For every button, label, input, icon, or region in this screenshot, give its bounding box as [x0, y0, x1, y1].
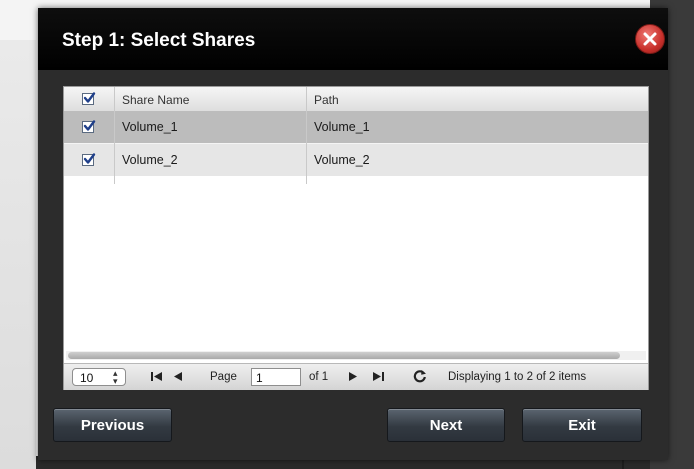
checkmark-icon: [83, 153, 96, 164]
next-button[interactable]: Next: [387, 408, 505, 442]
row-checkbox[interactable]: [82, 153, 96, 166]
background-sidebar: [0, 40, 36, 469]
checkmark-icon: [83, 92, 96, 103]
next-page-icon[interactable]: [348, 371, 359, 382]
row-checkbox[interactable]: [82, 120, 96, 133]
grid-header: Share Name Path: [64, 87, 648, 112]
last-page-icon[interactable]: [371, 371, 385, 382]
column-divider: [306, 87, 307, 184]
first-page-icon[interactable]: [150, 371, 164, 382]
page-label: Page: [210, 371, 237, 383]
table-row[interactable]: Volume_2 Volume_2: [64, 143, 648, 176]
close-icon: [643, 32, 657, 46]
exit-button[interactable]: Exit: [522, 408, 642, 442]
scrollbar-thumb[interactable]: [68, 352, 620, 359]
share-name-cell: Volume_2: [122, 153, 178, 167]
dialog-title-bar: Step 1: Select Shares: [38, 8, 668, 70]
close-button[interactable]: [635, 24, 665, 54]
select-arrows-icon: ▴ ▾: [113, 368, 118, 386]
column-header-share-name[interactable]: Share Name: [122, 93, 189, 107]
select-all-checkbox[interactable]: [82, 92, 96, 105]
select-shares-dialog: Step 1: Select Shares Share Name Path Vo: [38, 8, 668, 460]
page-count-label: of 1: [309, 371, 329, 383]
previous-button[interactable]: Previous: [53, 408, 172, 442]
page-size-select[interactable]: 10 ▴ ▾: [72, 368, 126, 386]
previous-page-icon[interactable]: [172, 371, 183, 382]
table-row[interactable]: Volume_1 Volume_1: [64, 111, 648, 143]
shares-grid: Share Name Path Volume_1 Volume_1 Volume…: [63, 86, 649, 390]
share-name-cell: Volume_1: [122, 120, 178, 134]
page-size-value: 10: [80, 371, 94, 385]
page-number-input[interactable]: [251, 368, 301, 386]
display-status-text: Displaying 1 to 2 of 2 items: [448, 371, 587, 383]
pagination-bar: 10 ▴▾ Page of 1 D: [64, 363, 648, 390]
refresh-icon[interactable]: [413, 369, 427, 383]
path-cell: Volume_1: [314, 120, 370, 134]
path-cell: Volume_2: [314, 153, 370, 167]
dialog-title: Step 1: Select Shares: [62, 30, 256, 51]
column-header-path[interactable]: Path: [314, 93, 339, 107]
horizontal-scrollbar[interactable]: [66, 351, 646, 360]
checkmark-icon: [83, 120, 96, 131]
column-divider: [114, 87, 115, 184]
